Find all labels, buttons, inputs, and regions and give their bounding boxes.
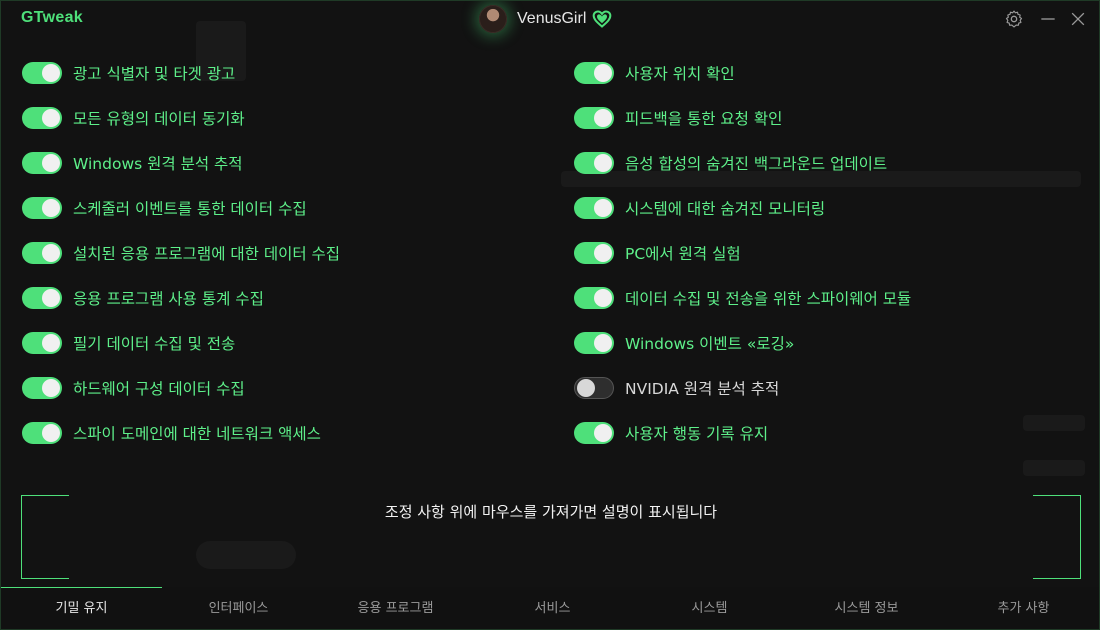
close-icon[interactable] xyxy=(1068,9,1088,29)
toggle-row[interactable]: 필기 데이터 수집 및 전송 xyxy=(22,330,235,356)
toggle-knob xyxy=(42,289,60,307)
toggle-row[interactable]: Windows 원격 분석 추적 xyxy=(22,150,243,176)
toggle-knob xyxy=(594,64,612,82)
toggle-knob xyxy=(577,379,595,397)
toggle-label: 필기 데이터 수집 및 전송 xyxy=(73,335,236,353)
toggle-label: 사용자 행동 기록 유지 xyxy=(625,425,769,443)
toggle-row[interactable]: NVIDIA 원격 분석 추적 xyxy=(574,375,779,401)
toggle-switch[interactable] xyxy=(22,62,62,84)
toggle-knob xyxy=(42,334,60,352)
toggle-knob xyxy=(594,244,612,262)
toggle-label: 설치된 응용 프로그램에 대한 데이터 수집 xyxy=(73,245,341,263)
toggle-row[interactable]: 사용자 행동 기록 유지 xyxy=(574,420,768,446)
toggle-switch[interactable] xyxy=(22,152,62,174)
tab-item[interactable]: 인터페이스 xyxy=(158,587,319,629)
toggle-row[interactable]: 하드웨어 구성 데이터 수집 xyxy=(22,375,245,401)
toggle-row[interactable]: 광고 식별자 및 타겟 광고 xyxy=(22,60,235,86)
tab-bar: 기밀 유지 인터페이스 응용 프로그램 서비스 시스템 시스템 정보 추가 사항 xyxy=(1,587,1099,629)
toggle-label: 음성 합성의 숨겨진 백그라운드 업데이트 xyxy=(625,155,888,173)
toggle-switch[interactable] xyxy=(574,152,614,174)
avatar xyxy=(479,5,507,33)
toggle-label: NVIDIA 원격 분석 추적 xyxy=(625,380,780,398)
background-ghost xyxy=(1023,415,1085,431)
heart-icon xyxy=(593,10,612,28)
toggle-switch[interactable] xyxy=(574,377,614,399)
toggle-row[interactable]: 모든 유형의 데이터 동기화 xyxy=(22,105,245,131)
toggle-row[interactable]: 응용 프로그램 사용 통계 수집 xyxy=(22,285,264,311)
toggle-switch[interactable] xyxy=(574,287,614,309)
toggle-label: 데이터 수집 및 전송을 위한 스파이웨어 모듈 xyxy=(625,290,912,308)
toggle-label: 스파이 도메인에 대한 네트워크 액세스 xyxy=(73,425,321,443)
toggle-knob xyxy=(42,379,60,397)
toggle-row[interactable]: 설치된 응용 프로그램에 대한 데이터 수집 xyxy=(22,240,340,266)
tab-item[interactable]: 기밀 유지 xyxy=(1,587,162,629)
app-title: GTweak xyxy=(21,9,83,26)
toggle-row[interactable]: 음성 합성의 숨겨진 백그라운드 업데이트 xyxy=(574,150,887,176)
toggle-label: 피드백을 통한 요청 확인 xyxy=(625,110,783,128)
toggle-row[interactable]: 피드백을 통한 요청 확인 xyxy=(574,105,782,131)
toggle-row[interactable]: Windows 이벤트 «로깅» xyxy=(574,330,794,356)
toggle-label: 모든 유형의 데이터 동기화 xyxy=(73,110,245,128)
toggle-switch[interactable] xyxy=(22,107,62,129)
toggle-row[interactable]: 데이터 수집 및 전송을 위한 스파이웨어 모듈 xyxy=(574,285,911,311)
tab-item[interactable]: 추가 사항 xyxy=(943,587,1099,629)
toggle-switch[interactable] xyxy=(22,242,62,264)
toggle-knob xyxy=(594,289,612,307)
toggle-switch[interactable] xyxy=(574,422,614,444)
toggle-label: 광고 식별자 및 타겟 광고 xyxy=(73,65,236,83)
description-text: 조정 사항 위에 마우스를 가져가면 설명이 표시됩니다 xyxy=(384,503,718,521)
tab-item[interactable]: 시스템 정보 xyxy=(786,587,947,629)
toggle-label: 사용자 위치 확인 xyxy=(625,65,735,83)
toggle-row[interactable]: 스케줄러 이벤트를 통한 데이터 수집 xyxy=(22,195,307,221)
toggle-knob xyxy=(594,199,612,217)
toggle-row[interactable]: 사용자 위치 확인 xyxy=(574,60,735,86)
username: VenusGirl xyxy=(517,10,587,27)
toggle-knob xyxy=(594,109,612,127)
toggle-knob xyxy=(42,424,60,442)
tab-item[interactable]: 서비스 xyxy=(472,587,633,629)
app-window: GTweak VenusGirl 광고 식별자 및 타겟 광고모든 유형의 데이… xyxy=(0,0,1100,630)
toggle-knob xyxy=(594,424,612,442)
minimize-icon[interactable] xyxy=(1038,9,1058,29)
toggle-switch[interactable] xyxy=(574,242,614,264)
toggle-switch[interactable] xyxy=(22,287,62,309)
toggle-label: 시스템에 대한 숨겨진 모니터링 xyxy=(625,200,826,218)
toggle-switch[interactable] xyxy=(22,422,62,444)
gear-icon[interactable] xyxy=(1004,9,1024,29)
toggle-row[interactable]: PC에서 원격 실험 xyxy=(574,240,741,266)
toggle-label: 응용 프로그램 사용 통계 수집 xyxy=(73,290,264,308)
toggle-knob xyxy=(42,199,60,217)
toggle-switch[interactable] xyxy=(574,62,614,84)
toggle-label: 스케줄러 이벤트를 통한 데이터 수집 xyxy=(73,200,307,218)
toggle-switch[interactable] xyxy=(574,197,614,219)
toggle-switch[interactable] xyxy=(22,377,62,399)
background-ghost xyxy=(1023,460,1085,476)
toggle-knob xyxy=(42,64,60,82)
toggle-knob xyxy=(42,244,60,262)
toggle-label: PC에서 원격 실험 xyxy=(625,245,741,263)
tab-item[interactable]: 응용 프로그램 xyxy=(315,587,476,629)
toggle-knob xyxy=(42,109,60,127)
description-panel: 조정 사항 위에 마우스를 가져가면 설명이 표시됩니다 xyxy=(21,495,1081,579)
toggle-switch[interactable] xyxy=(22,197,62,219)
toggle-switch[interactable] xyxy=(574,332,614,354)
toggle-knob xyxy=(594,154,612,172)
title-bar[interactable]: GTweak VenusGirl xyxy=(1,1,1099,37)
toggle-switch[interactable] xyxy=(574,107,614,129)
toggle-row[interactable]: 스파이 도메인에 대한 네트워크 액세스 xyxy=(22,420,321,446)
toggle-knob xyxy=(42,154,60,172)
toggle-label: Windows 원격 분석 추적 xyxy=(73,155,243,173)
toggle-label: 하드웨어 구성 데이터 수집 xyxy=(73,380,245,398)
toggle-label: Windows 이벤트 «로깅» xyxy=(625,335,795,353)
tab-item[interactable]: 시스템 xyxy=(629,587,790,629)
user-profile[interactable]: VenusGirl xyxy=(479,4,612,34)
toggle-knob xyxy=(594,334,612,352)
toggle-row[interactable]: 시스템에 대한 숨겨진 모니터링 xyxy=(574,195,825,221)
toggle-switch[interactable] xyxy=(22,332,62,354)
